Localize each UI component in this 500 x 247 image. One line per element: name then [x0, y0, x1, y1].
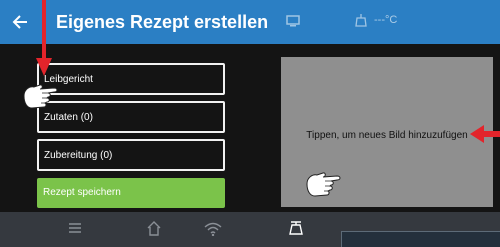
- save-recipe-button[interactable]: Rezept speichern: [37, 178, 225, 208]
- dish-name-field[interactable]: Leibgericht: [37, 63, 225, 95]
- wifi-icon[interactable]: [204, 222, 222, 236]
- scale-icon[interactable]: [289, 221, 303, 235]
- display-icon: [286, 15, 300, 27]
- ingredients-label: Zutaten (0): [44, 112, 93, 123]
- pointing-hand-icon: [306, 172, 341, 197]
- ingredients-field[interactable]: Zutaten (0): [37, 101, 225, 133]
- temperature-readout: ---°C: [374, 14, 398, 26]
- page-title: Eigenes Rezept erstellen: [56, 12, 269, 32]
- overlay-panel-edge: [341, 231, 500, 247]
- arrow-left-icon[interactable]: [12, 13, 28, 31]
- pointing-hand-icon: [23, 84, 58, 109]
- menu-icon[interactable]: [68, 221, 82, 235]
- home-icon[interactable]: [146, 221, 162, 236]
- recipe-form-area: Leibgericht Zutaten (0) Zubereitung (0) …: [0, 44, 500, 212]
- save-recipe-label: Rezept speichern: [43, 187, 121, 198]
- arrow-down-annotation-icon: [36, 0, 52, 76]
- preparation-field[interactable]: Zubereitung (0): [37, 139, 225, 171]
- arrow-left-annotation-icon: [470, 125, 500, 143]
- kitchen-scale-icon: [355, 14, 367, 27]
- preparation-label: Zubereitung (0): [44, 150, 113, 161]
- add-image-hint: Tippen, um neues Bild hinzuzufügen: [306, 130, 468, 141]
- app-header: Eigenes Rezept erstellen ---°C: [0, 0, 500, 44]
